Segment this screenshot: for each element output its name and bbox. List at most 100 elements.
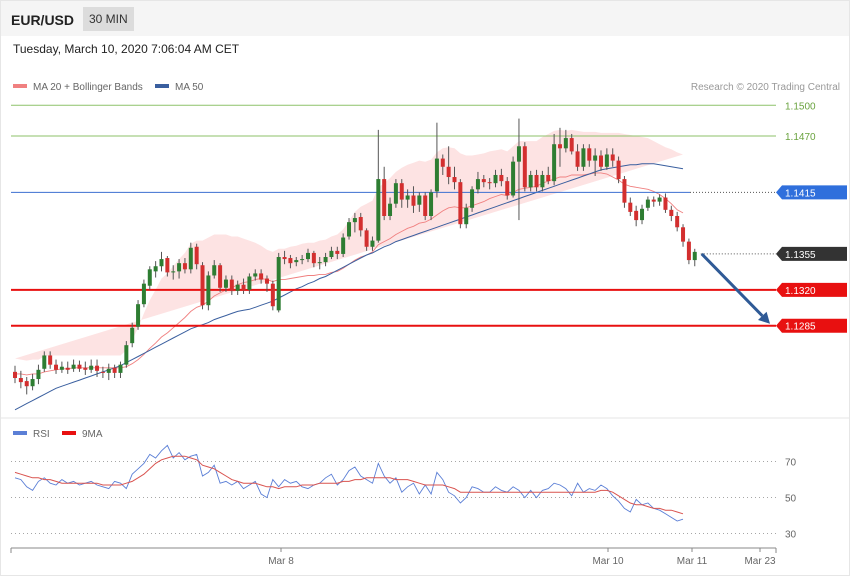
- candle-body: [645, 199, 650, 208]
- candle-body: [206, 275, 211, 306]
- candle-body: [223, 279, 228, 288]
- candle-body: [329, 250, 334, 258]
- candle-body: [522, 146, 527, 188]
- rsi-tick-label: 50: [785, 494, 797, 505]
- rsi-legend: RSI 9MA: [13, 429, 103, 440]
- candle-body: [42, 355, 47, 369]
- candle-body: [587, 148, 592, 161]
- candle-body: [452, 177, 457, 183]
- ma50-legend-label: MA 50: [175, 82, 204, 93]
- candle-body: [83, 367, 88, 370]
- candle-body: [212, 265, 217, 276]
- candle-body: [446, 166, 451, 178]
- candle-body: [13, 371, 17, 379]
- candle-body: [534, 174, 539, 188]
- candle-body: [429, 192, 434, 216]
- ma20-legend-swatch: [13, 84, 27, 88]
- candle-body: [136, 304, 141, 327]
- candle-body: [335, 250, 340, 254]
- candle-body: [24, 381, 29, 387]
- candle-body: [270, 283, 275, 307]
- candle-body: [147, 269, 152, 286]
- candle-body: [546, 174, 551, 182]
- candle-body: [675, 215, 680, 228]
- candle-body: [364, 230, 369, 247]
- candle-body: [516, 146, 521, 162]
- rsi-legend-swatch: [13, 431, 27, 435]
- pivot-label: 1.1415: [785, 188, 816, 199]
- candle-body: [382, 179, 387, 216]
- candle-body: [599, 155, 603, 167]
- candle-body: [288, 258, 293, 264]
- candle-body: [59, 366, 64, 370]
- price-chart: MA 20 + Bollinger Bands MA 50 Research ©…: [1, 82, 849, 567]
- candle-body: [423, 195, 428, 216]
- candle-body: [552, 144, 557, 182]
- candle-body: [165, 258, 170, 273]
- candle-body: [358, 217, 363, 231]
- candle-body: [294, 260, 299, 263]
- ma20-legend-label: MA 20 + Bollinger Bands: [33, 82, 143, 93]
- candle-body: [118, 364, 123, 373]
- candle-body: [153, 266, 158, 272]
- candle-body: [634, 210, 639, 221]
- candle-body: [411, 195, 416, 206]
- candle-body: [376, 179, 381, 241]
- candle-body: [247, 276, 252, 290]
- candle-body: [464, 207, 469, 225]
- projection-arrow-line: [700, 252, 764, 317]
- candle-body: [241, 284, 246, 291]
- candle-body: [399, 183, 404, 200]
- candle-body: [511, 161, 516, 196]
- resistance-label: 1.1500: [785, 101, 816, 112]
- candle-body: [569, 138, 574, 152]
- candle-body: [89, 365, 94, 370]
- candle-body: [540, 174, 545, 188]
- candle-body: [616, 160, 621, 180]
- candle-body: [370, 240, 375, 247]
- candle-body: [610, 154, 615, 161]
- candle-body: [557, 144, 562, 149]
- candle-body: [264, 278, 269, 284]
- rsi-ma-line: [14, 455, 684, 515]
- candle-body: [182, 263, 187, 270]
- candle-body: [124, 345, 129, 365]
- candle-body: [434, 158, 439, 192]
- candle-body: [200, 265, 205, 306]
- candle-body: [669, 209, 674, 216]
- candle-body: [65, 367, 70, 370]
- candle-body: [581, 148, 586, 167]
- candle-body: [593, 155, 598, 161]
- candle-body: [505, 181, 510, 196]
- candle-body: [229, 279, 234, 291]
- candle-body: [276, 257, 281, 311]
- candle-body: [194, 246, 199, 265]
- candle-body: [95, 365, 100, 371]
- candle-body: [388, 203, 393, 216]
- candle-body: [100, 371, 105, 373]
- candle-body: [253, 273, 258, 277]
- candle-body: [30, 379, 35, 387]
- candle-body: [259, 273, 264, 280]
- candle-body: [171, 271, 176, 273]
- candle-body: [347, 222, 352, 237]
- candle-body: [692, 251, 697, 261]
- candle-body: [130, 327, 135, 344]
- x-tick-label: Mar 10: [592, 556, 624, 567]
- rsi-tick-label: 30: [785, 530, 797, 541]
- candle-body: [440, 158, 445, 167]
- candle-body: [159, 259, 164, 267]
- candle-body: [393, 183, 398, 204]
- candle-body: [622, 179, 627, 203]
- candle-body: [417, 195, 422, 205]
- rsi-pane: 70 50 30: [11, 444, 797, 541]
- legend: MA 20 + Bollinger Bands MA 50 Research ©…: [13, 82, 840, 93]
- candle-body: [493, 174, 498, 184]
- candle-body: [663, 197, 668, 210]
- candle-body: [282, 257, 287, 260]
- candle-body: [112, 367, 117, 373]
- candle-body: [563, 138, 568, 149]
- candle-body: [528, 174, 533, 188]
- candle-body: [317, 262, 322, 264]
- support-label: 1.1285: [785, 322, 816, 333]
